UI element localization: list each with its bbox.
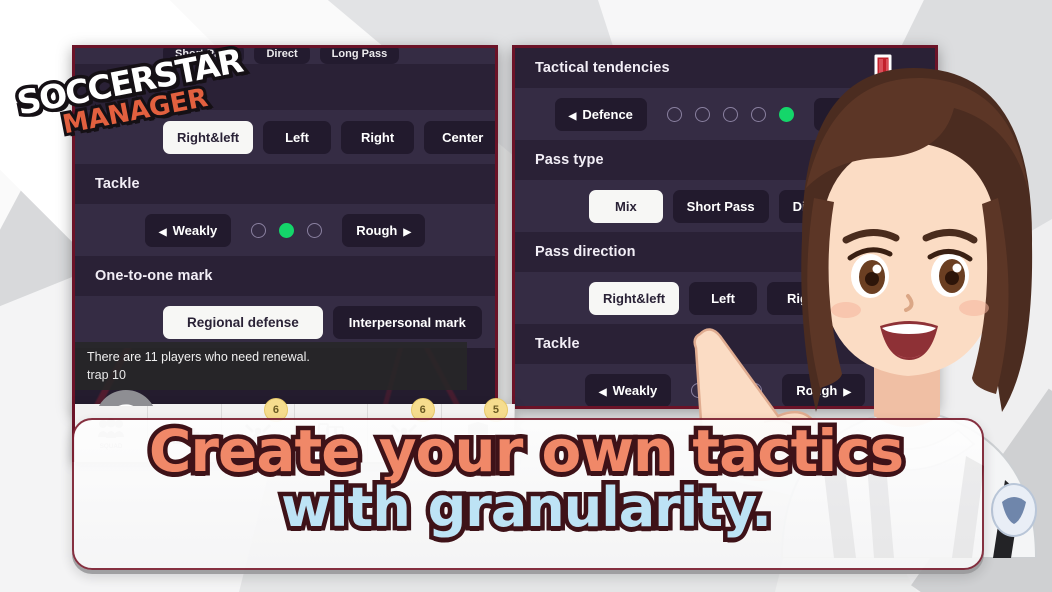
promo-artwork: Short Pass Direct Long Pass Right&left L… bbox=[0, 0, 1052, 592]
step-dot[interactable] bbox=[722, 106, 738, 122]
option-left[interactable]: Left bbox=[263, 120, 331, 154]
option-center[interactable]: Center bbox=[424, 120, 495, 154]
option-chip[interactable]: Direct bbox=[254, 48, 310, 64]
option-chip[interactable]: Long Pass bbox=[319, 48, 400, 64]
toast-line-1: There are 11 players who need renewal. bbox=[87, 350, 310, 364]
step-dot[interactable] bbox=[307, 222, 323, 238]
step-dot-selected[interactable] bbox=[279, 222, 295, 238]
headline-banner bbox=[72, 418, 984, 570]
tackle-rough-button[interactable]: Rough bbox=[342, 213, 426, 247]
toast-line-2: trap 10 bbox=[87, 368, 126, 383]
step-dot[interactable] bbox=[694, 106, 710, 122]
option-interpersonal-mark[interactable]: Interpersonal mark bbox=[332, 305, 482, 339]
option-regional-defense[interactable]: Regional defense bbox=[163, 305, 323, 339]
tackle-weakly-button[interactable]: Weakly bbox=[144, 213, 232, 247]
tackle-slider-row: Weakly Rough bbox=[75, 204, 495, 256]
one-to-one-mark-options: Regional defense Interpersonal mark bbox=[75, 296, 495, 348]
step-dot[interactable] bbox=[666, 106, 682, 122]
tackle-step-dots[interactable] bbox=[251, 222, 323, 238]
option-short-pass[interactable]: Short Pass bbox=[672, 189, 769, 223]
toast-notification: There are 11 players who need renewal. t… bbox=[75, 342, 467, 391]
defence-button[interactable]: Defence bbox=[554, 97, 647, 131]
option-right-and-left[interactable]: Right&left bbox=[163, 120, 254, 154]
section-title-one-to-one-mark: One-to-one mark bbox=[75, 256, 495, 296]
step-dot[interactable] bbox=[251, 222, 267, 238]
option-right[interactable]: Right bbox=[340, 120, 415, 154]
option-mix[interactable]: Mix bbox=[589, 189, 663, 223]
tackle-weakly-button[interactable]: Weakly bbox=[584, 373, 672, 406]
section-title-tackle: Tackle bbox=[75, 164, 495, 204]
